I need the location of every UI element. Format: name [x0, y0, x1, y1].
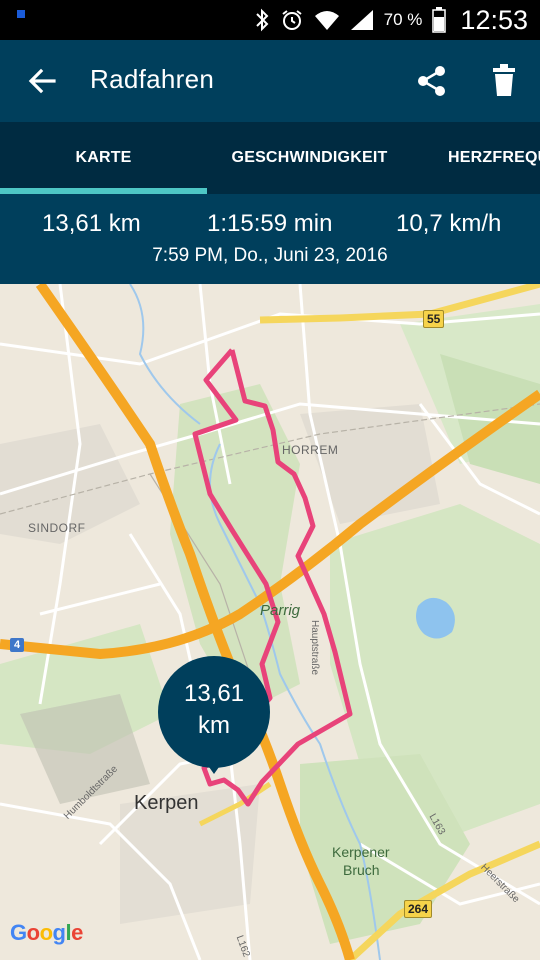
- distance-marker-unit: km: [198, 712, 230, 739]
- activity-datetime: 7:59 PM, Do., Juni 23, 2016: [152, 245, 388, 266]
- tab-karte[interactable]: KARTE: [0, 122, 207, 194]
- distance-marker-pointer: [204, 760, 224, 774]
- map-label-parrig: Parrig: [260, 602, 301, 619]
- page-title: Radfahren: [90, 64, 215, 94]
- notification-icon: [17, 10, 25, 18]
- map-label-hauptstrasse: Hauptstraße: [309, 620, 320, 676]
- map-label-bruch: Bruch: [343, 862, 380, 878]
- alarm-icon: [280, 8, 304, 32]
- road-shield-a4: 4: [10, 638, 25, 652]
- google-logo: Google: [10, 920, 83, 946]
- battery-percent: 70 %: [383, 10, 423, 29]
- tab-bar: KARTE GESCHWINDIGKEIT HERZFREQU: [0, 122, 540, 194]
- status-bar: 70 % 12:53: [0, 0, 540, 40]
- arrow-back-icon[interactable]: [26, 65, 58, 97]
- bluetooth-icon: [254, 8, 270, 32]
- distance-value: 13,61 km: [42, 210, 141, 237]
- distance-marker-value: 13,61: [183, 680, 245, 707]
- tab-geschwindigkeit[interactable]: GESCHWINDIGKEIT: [207, 122, 412, 194]
- activity-summary: 13,61 km 1:15:59 min 10,7 km/h 7:59 PM, …: [0, 194, 540, 284]
- status-time: 12:53: [460, 4, 528, 35]
- distance-marker[interactable]: 13,61 km: [158, 656, 270, 768]
- speed-value: 10,7 km/h: [396, 210, 502, 237]
- share-icon[interactable]: [415, 64, 449, 98]
- road-shield-264: 264: [404, 900, 433, 918]
- signal-icon: [350, 9, 374, 31]
- wifi-icon: [314, 9, 340, 31]
- route-map[interactable]: HORREM SINDORF Parrig Kerpen Kerpener Br…: [0, 284, 540, 960]
- tab-herzfrequenz[interactable]: HERZFREQU: [448, 122, 540, 194]
- map-canvas: [0, 284, 540, 960]
- map-label-horrem: HORREM: [282, 443, 339, 457]
- map-label-kerpen: Kerpen: [134, 792, 199, 814]
- battery-icon: [432, 7, 447, 33]
- road-shield-55: 55: [423, 310, 445, 328]
- google-logo-text: Google: [10, 920, 83, 945]
- map-label-kerpener: Kerpener: [332, 844, 390, 860]
- app-bar: Radfahren: [0, 40, 540, 122]
- trash-icon[interactable]: [490, 64, 518, 98]
- duration-value: 1:15:59 min: [207, 210, 333, 237]
- map-label-sindorf: SINDORF: [28, 521, 86, 535]
